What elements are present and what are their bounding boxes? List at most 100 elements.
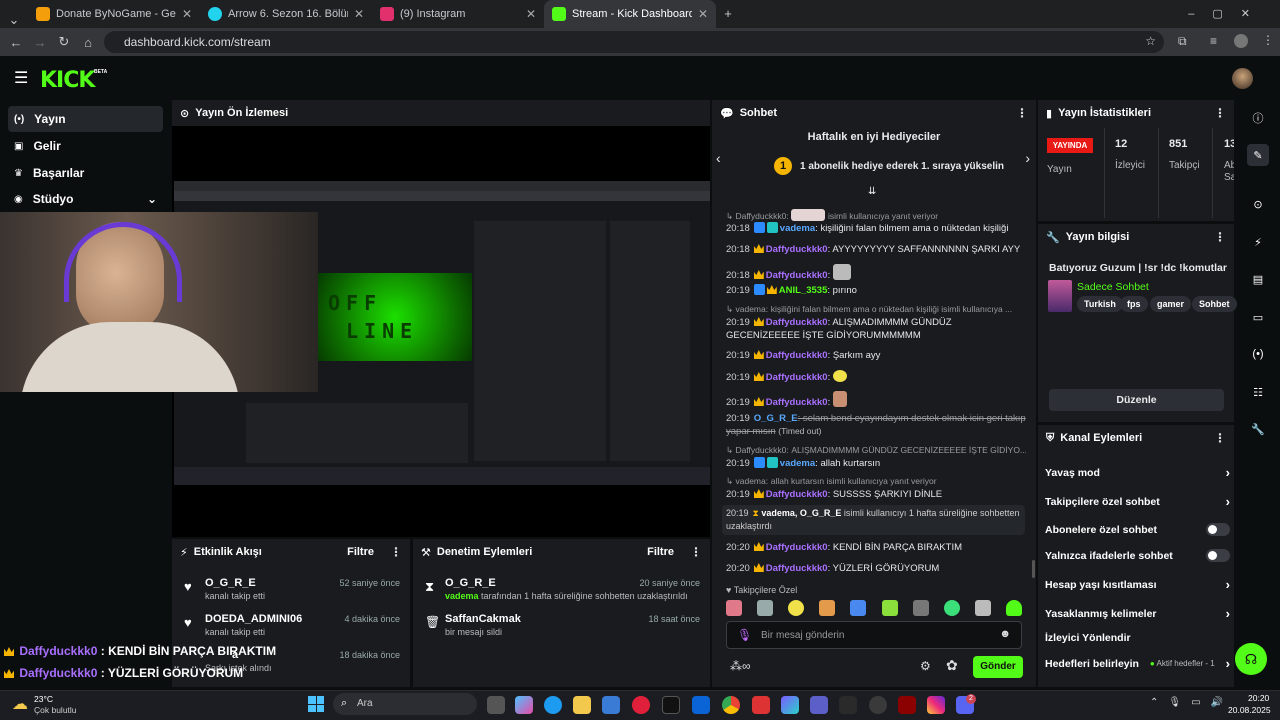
profile-avatar-icon[interactable]	[1234, 34, 1248, 48]
reading-list-icon[interactable]: ≡	[1210, 34, 1217, 48]
clock-time[interactable]: 20:20	[1248, 693, 1269, 703]
taskbar-search[interactable]: ⌕ Ara	[333, 693, 477, 715]
chat-message[interactable]: 20:19 O_G_R_E: selam bend eyayındayım des…	[726, 412, 1026, 438]
task-view-icon[interactable]	[487, 696, 505, 714]
chat-message[interactable]: 20:19 Daffyduckkk0:	[726, 370, 1026, 384]
mic-icon[interactable]: 🎙	[737, 628, 752, 642]
chat-message[interactable]: 20:19 Daffyduckkk0: ALIŞMADIMMMM GÜNDÜZ G…	[726, 316, 1026, 342]
emote-icon[interactable]	[788, 600, 805, 616]
chat-widget-icon[interactable]: ▭	[1247, 306, 1269, 328]
user-avatar[interactable]	[1232, 68, 1253, 89]
more-icon[interactable]: ⋮	[1214, 230, 1226, 244]
chat-message[interactable]: 20:19 vadema: allah kurtarsın	[726, 457, 1026, 470]
tab-search-icon[interactable]: ⌄	[0, 12, 28, 28]
extensions-icon[interactable]: ⧉	[1178, 34, 1187, 49]
preview-widget-icon[interactable]: ⊙	[1247, 193, 1269, 215]
chat-emote-icon[interactable]: ✿	[946, 657, 958, 674]
instagram-icon[interactable]	[927, 696, 945, 714]
hamburger-menu-icon[interactable]: ☰	[14, 68, 28, 88]
tag-gamer[interactable]: gamer	[1150, 296, 1192, 312]
store-icon[interactable]	[602, 696, 620, 714]
opera-icon[interactable]	[632, 696, 650, 714]
action-followers-only[interactable]: Takipçilere özel sohbet ›	[1045, 494, 1230, 509]
browser-tab-instagram[interactable]: (9) Instagram ✕	[372, 0, 544, 28]
chevron-left-icon[interactable]: ‹	[716, 150, 721, 166]
moderation-filter-button[interactable]: Filtre	[647, 546, 674, 558]
sidebar-item-yayin[interactable]: (•) Yayın	[8, 106, 163, 132]
sidebar-item-gelir[interactable]: ▣ Gelir	[8, 133, 163, 159]
url-field[interactable]: dashboard.kick.com/stream ☆	[104, 31, 1164, 53]
emote-icon[interactable]	[943, 600, 960, 616]
new-tab-icon[interactable]: +	[716, 0, 740, 28]
tag-sohbet[interactable]: Sohbet	[1192, 296, 1237, 312]
close-tab-icon[interactable]: ✕	[182, 7, 192, 21]
chrome-icon[interactable]	[722, 696, 740, 714]
chat-message[interactable]: 20:19 Daffyduckkk0: Şarkım ayy	[726, 349, 1026, 362]
edge-icon[interactable]	[544, 696, 562, 714]
app-icon[interactable]	[869, 696, 887, 714]
broadcast-widget-icon[interactable]: (•)	[1247, 343, 1269, 365]
chat-input[interactable]: 🎙 Bir mesaj gönderin ☻	[726, 621, 1022, 649]
weather-temp[interactable]: 23°C	[34, 694, 53, 704]
close-tab-icon[interactable]: ✕	[698, 7, 708, 21]
app-icon[interactable]	[839, 696, 857, 714]
more-icon[interactable]: ⋮	[1016, 106, 1028, 120]
tag-turkish[interactable]: Turkish	[1077, 296, 1123, 312]
chat-message[interactable]: 20:18 Daffyduckkk0: AYYYYYYYYY SAFFANNNNN…	[726, 243, 1026, 256]
chat-message[interactable]: 20:18 Daffyduckkk0:	[726, 264, 1026, 282]
emote-icon[interactable]	[974, 600, 991, 616]
kick-logo[interactable]: KICK	[40, 68, 95, 93]
chevron-right-icon[interactable]: ›	[1025, 150, 1030, 166]
home-icon[interactable]: ⌂	[76, 35, 100, 50]
browser-menu-icon[interactable]: ⋮	[1262, 33, 1274, 47]
close-tab-icon[interactable]: ✕	[354, 7, 364, 21]
emote-icon[interactable]	[819, 600, 836, 616]
close-tab-icon[interactable]: ✕	[526, 7, 536, 21]
app-icon[interactable]	[898, 696, 916, 714]
edit-pencil-icon[interactable]: ✎	[1247, 144, 1269, 166]
emote-icon[interactable]	[881, 600, 898, 616]
app-icon[interactable]	[752, 696, 770, 714]
emote-icon[interactable]	[850, 600, 867, 616]
more-icon[interactable]: ⋮	[1214, 431, 1226, 445]
chat-message[interactable]: 20:20 Daffyduckkk0: KENDİ BİN PARÇA BIRAK…	[726, 541, 1026, 554]
chat-scrollbar[interactable]	[1032, 560, 1035, 578]
chevron-down-icon[interactable]: ⌄	[147, 192, 157, 206]
chat-message[interactable]: 20:18 vadema: kişiliğini falan bilmem ama…	[726, 222, 1026, 235]
emote-icon[interactable]	[1005, 600, 1022, 616]
action-emote-only[interactable]: Yalnızca ifadelerle sohbet	[1045, 549, 1230, 562]
window-controls[interactable]: –▢✕	[1188, 7, 1268, 20]
subscribers-only-toggle[interactable]	[1206, 523, 1230, 536]
copilot-icon[interactable]	[515, 696, 533, 714]
browser-tab-kick[interactable]: Stream - Kick Dashboard ✕	[544, 0, 716, 28]
chat-tools-icon[interactable]: ⁂∞	[730, 659, 751, 673]
chat-message[interactable]: 20:19 Daffyduckkk0:	[726, 391, 1026, 409]
action-host-viewer[interactable]: İzleyici Yönlendir	[1045, 632, 1230, 644]
tag-fps[interactable]: fps	[1120, 296, 1148, 312]
tray-icons[interactable]: ⌃🎙▭🔊	[1150, 697, 1233, 708]
edit-info-button[interactable]: Düzenle	[1049, 389, 1224, 411]
layout-widget-icon[interactable]: ☷	[1247, 381, 1269, 403]
browser-tab-arrow[interactable]: Arrow 6. Sezon 16. Bölüm Türkç ✕	[200, 0, 372, 28]
sidebar-item-studyo[interactable]: ◉ Stüdyo ⌄	[8, 186, 163, 212]
m365-icon[interactable]	[781, 696, 799, 714]
category-link[interactable]: Sadece Sohbet	[1077, 281, 1149, 293]
chat-settings-icon[interactable]: ⚙	[920, 659, 931, 673]
action-set-goals[interactable]: Hedefleri belirleyin ● Aktif hedefler - …	[1045, 656, 1230, 671]
browser-tab-donate[interactable]: Donate ByNoGame - Gelen/Gid ✕	[28, 0, 200, 28]
chat-message[interactable]: 20:19 Daffyduckkk0: SUSSSS ŞARKIYI DİNLE	[726, 488, 1026, 501]
windows-start-icon[interactable]	[308, 696, 324, 712]
reload-icon[interactable]: ↻	[52, 34, 76, 50]
send-button[interactable]: Gönder	[973, 656, 1023, 678]
more-icon[interactable]: ⋮	[1214, 106, 1226, 120]
action-slow-mode[interactable]: Yavaş mod ›	[1045, 465, 1230, 480]
scroll-down-icon[interactable]: ⇊	[868, 186, 876, 197]
bookmark-star-icon[interactable]: ☆	[1145, 34, 1156, 48]
info-icon[interactable]: ⓘ	[1247, 107, 1269, 129]
book-widget-icon[interactable]: ▤	[1247, 268, 1269, 290]
chat-message[interactable]: 20:20 Daffyduckkk0: YÜZLERİ GÖRÜYORUM	[726, 562, 1026, 575]
more-icon[interactable]: ⋮	[390, 545, 402, 559]
more-icon[interactable]: ⋮	[690, 545, 702, 559]
action-subscribers-only[interactable]: Abonelere özel sohbet	[1045, 523, 1230, 536]
wrench-widget-icon[interactable]: 🔧	[1247, 418, 1269, 440]
